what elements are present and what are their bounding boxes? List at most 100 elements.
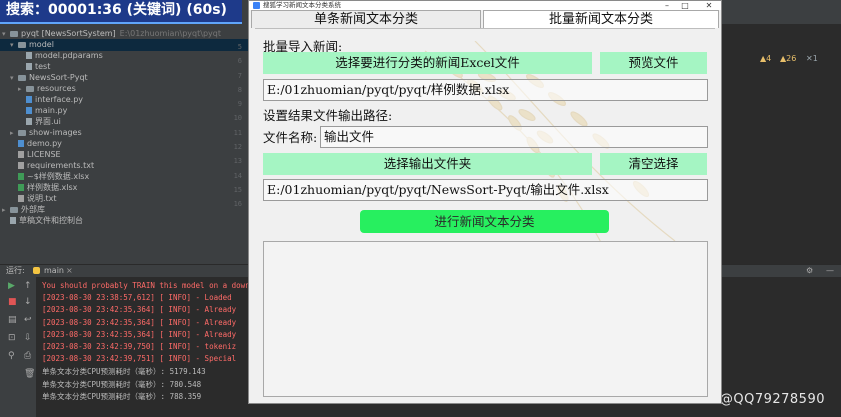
wrap-icon[interactable]: ↩ (24, 315, 32, 325)
line-number: 12 (233, 143, 242, 152)
project-tree-item-label: resources (37, 84, 76, 93)
file-icon (26, 107, 32, 114)
close-button[interactable]: ✕ (701, 1, 717, 10)
pin-icon[interactable]: ⊡ (8, 333, 16, 343)
result-output-area[interactable] (263, 241, 708, 397)
trash-icon[interactable]: 🗑 (24, 369, 35, 379)
folder-icon (10, 30, 18, 37)
folder-icon (26, 85, 34, 92)
minimize-panel-icon[interactable]: — (826, 265, 834, 277)
title-bar: 搜狐学习新闻文本分类系统 – □ ✕ (249, 1, 721, 10)
project-tree-item[interactable]: LICENSE (0, 149, 248, 160)
window-title: 搜狐学习新闻文本分类系统 (263, 1, 341, 9)
print-icon[interactable]: ⎙ (24, 351, 31, 361)
run-tab-main[interactable]: main (44, 265, 64, 277)
file-icon (18, 195, 24, 202)
folder-icon (18, 41, 26, 48)
batch-tab-panel: 批量导入新闻: 选择要进行分类的新闻Excel文件 预览文件 E:/01zhuo… (255, 28, 715, 402)
file-icon (18, 151, 24, 158)
project-tree-item[interactable]: model.pdparams (0, 50, 248, 61)
input-path-text: E:/01zhuomian/pyqt/pyqt/样例数据.xlsx (267, 82, 510, 97)
project-tree-item-label: model (29, 40, 54, 49)
project-tree-item[interactable]: interface.py (0, 94, 248, 105)
line-number: 5 (237, 43, 242, 51)
up-icon[interactable]: ↑ (24, 281, 32, 291)
line-number: 10 (233, 114, 242, 123)
project-tree-item-label: 样例数据.xlsx (27, 183, 78, 192)
console-line: [2023-08-30 23:42:39,750] [ INFO] - toke… (42, 342, 237, 351)
stop-icon[interactable]: ■ (8, 297, 17, 307)
scroll-end-icon[interactable]: ⇩ (24, 333, 32, 343)
warning-count[interactable]: ▲4 (760, 54, 771, 63)
project-tree-item[interactable]: 草稿文件和控制台 (0, 215, 248, 226)
tab-single-news[interactable]: 单条新闻文本分类 (251, 10, 481, 28)
typo-count[interactable]: ✕1 (806, 54, 818, 63)
weak-warning-count[interactable]: ▲26 (780, 54, 796, 63)
project-tree-item-label: LICENSE (27, 150, 61, 159)
console-line: [2023-08-30 23:38:57,612] [ INFO] - Load… (42, 293, 232, 303)
folder-icon (18, 74, 26, 81)
tab-batch-news[interactable]: 批量新闻文本分类 (483, 10, 719, 28)
line-number: 6 (237, 57, 242, 66)
project-tree-item[interactable]: main.py (0, 105, 248, 116)
choose-excel-button[interactable]: 选择要进行分类的新闻Excel文件 (263, 52, 592, 74)
line-number-gutter: 5 6 7 8 9 10 11 12 13 14 15 16 (220, 40, 242, 212)
file-icon (26, 96, 32, 103)
filename-input[interactable] (320, 126, 708, 148)
editor-area: ▲4 ▲26 ✕1 (722, 24, 841, 264)
close-icon[interactable]: × (66, 265, 73, 277)
console-line: [2023-08-30 23:42:35,364] [ INFO] - Alre… (42, 305, 237, 315)
line-number: 16 (233, 200, 242, 209)
project-tree-item-label: main.py (35, 106, 68, 115)
project-tree-item[interactable]: 说明.txt (0, 193, 248, 204)
project-tree-item-label: model.pdparams (35, 51, 103, 60)
project-tree-item[interactable]: 界面.ui (0, 116, 248, 127)
maximize-button[interactable]: □ (677, 1, 693, 10)
rerun-icon[interactable]: ▶ (8, 281, 15, 291)
console-line: 单条文本分类CPU预测耗时（毫秒）: 5179.143 (42, 367, 206, 377)
gear-icon[interactable]: ⚙ (806, 265, 813, 277)
line-number: 13 (233, 157, 242, 166)
file-icon (10, 217, 16, 224)
file-icon (26, 63, 32, 70)
console-line: [2023-08-30 23:42:39,751] [ INFO] - Spec… (42, 354, 237, 364)
preview-file-button[interactable]: 预览文件 (600, 52, 707, 74)
filename-input-box[interactable] (324, 127, 704, 147)
layout-icon[interactable]: ▤ (8, 315, 17, 325)
line-number: 11 (233, 128, 242, 137)
project-tree-item-label: 草稿文件和控制台 (19, 216, 83, 225)
project-tree-item[interactable]: ~$样例数据.xlsx (0, 171, 248, 182)
settings-icon[interactable]: ⚲ (8, 351, 15, 361)
project-tree-item-label: 说明.txt (27, 194, 57, 203)
run-side-toolbar: ▶ ↑ ■ ↓ ▤ ↩ ⊡ ⇩ ⚲ ⎙ 🗑 (0, 277, 36, 417)
overlay-banner: 搜索：00001:36 (关键词) (60s) (0, 0, 242, 24)
project-tree-item-label: demo.py (27, 139, 62, 148)
down-icon[interactable]: ↓ (24, 297, 32, 307)
file-icon (18, 162, 24, 169)
python-icon (33, 267, 40, 274)
input-path-field[interactable]: E:/01zhuomian/pyqt/pyqt/样例数据.xlsx (263, 79, 708, 101)
minimize-button[interactable]: – (659, 1, 675, 10)
line-number: 8 (237, 85, 242, 94)
file-icon (18, 140, 24, 147)
project-tree-item-label: pyqt [NewsSortSystem] (21, 29, 116, 38)
project-tree-item[interactable]: 样例数据.xlsx (0, 182, 248, 193)
file-icon (18, 184, 24, 191)
project-tree-item-label: ~$样例数据.xlsx (27, 172, 90, 181)
choose-output-folder-button[interactable]: 选择输出文件夹 (263, 153, 592, 175)
project-tree-panel: ▾ pyqt [NewsSortSystem] E:\01zhuomian\pyqt… (0, 24, 248, 264)
clear-selection-button[interactable]: 清空选择 (600, 153, 707, 175)
line-number: 9 (237, 100, 242, 109)
project-path-suffix: E:\01zhuomian\pyqt\pyqt (119, 29, 221, 38)
run-classification-button[interactable]: 进行新闻文本分类 (360, 210, 609, 233)
project-tree-item[interactable]: demo.py (0, 138, 248, 149)
folder-icon (18, 129, 26, 136)
console-line: [2023-08-30 23:42:35,364] [ INFO] - Alre… (42, 329, 237, 339)
output-path-field[interactable]: E:/01zhuomian/pyqt/pyqt/NewsSort-Pyqt/输出… (263, 179, 708, 201)
project-tree-item-label: test (35, 62, 51, 71)
project-tree-item[interactable]: test (0, 61, 248, 72)
console-line: 单条文本分类CPU预测耗时（毫秒）: 780.548 (42, 379, 202, 389)
project-tree-item-label: interface.py (35, 95, 84, 104)
file-icon (26, 52, 32, 59)
project-tree-item[interactable]: requirements.txt (0, 160, 248, 171)
